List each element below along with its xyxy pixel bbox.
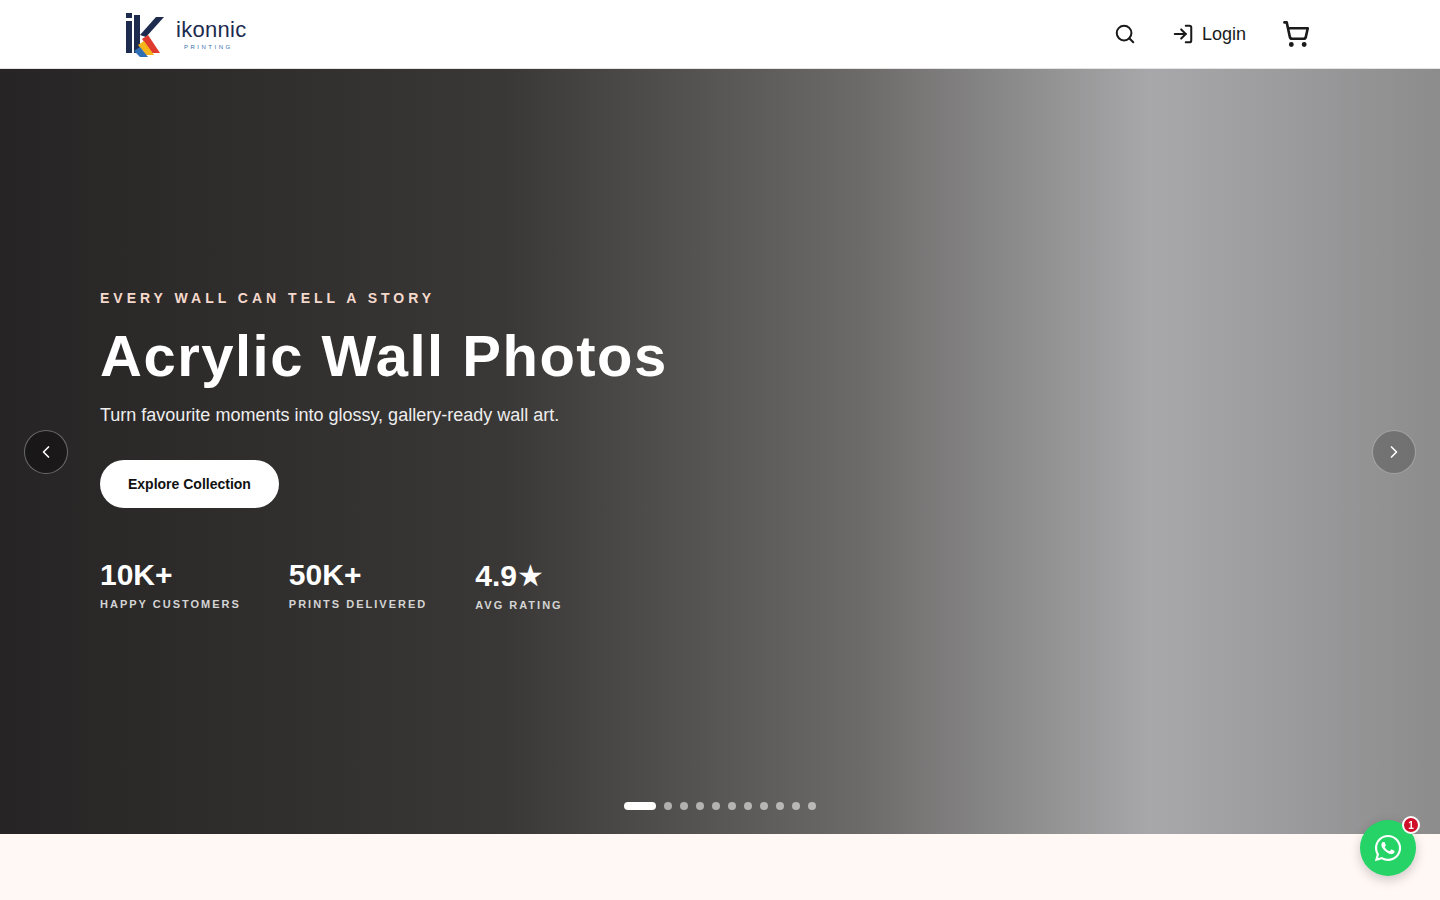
search-button[interactable]: [1114, 23, 1136, 45]
stat: 50K+ PRINTS DELIVERED: [289, 558, 427, 611]
search-icon: [1114, 23, 1136, 45]
hero-content: EVERY WALL CAN TELL A STORY Acrylic Wall …: [100, 290, 668, 612]
stat-label: AVG RATING: [475, 599, 610, 611]
whatsapp-icon: [1373, 833, 1403, 863]
login-icon: [1172, 23, 1194, 45]
whatsapp-button[interactable]: 1: [1360, 820, 1416, 876]
logo-name: ikonnic: [176, 19, 247, 41]
hero-title: Acrylic Wall Photos: [100, 324, 668, 388]
cart-button[interactable]: [1282, 20, 1310, 48]
slide-dot[interactable]: [808, 802, 816, 810]
slide-dot[interactable]: [792, 802, 800, 810]
stat: 10K+ HAPPY CUSTOMERS: [100, 558, 241, 611]
logo-text: ikonnic PRINTING: [176, 19, 247, 50]
stat-value: 4.9★: [475, 558, 610, 593]
logo-mark-icon: [124, 11, 170, 57]
slide-dot[interactable]: [760, 802, 768, 810]
hero-banner: EVERY WALL CAN TELL A STORY Acrylic Wall …: [0, 69, 1440, 834]
header: ikonnic PRINTING Login: [0, 0, 1440, 69]
login-button[interactable]: Login: [1172, 23, 1246, 45]
slide-dot[interactable]: [728, 802, 736, 810]
slide-dot[interactable]: [664, 802, 672, 810]
page: ikonnic PRINTING Login EVERY WALL CAN TELL …: [0, 0, 1440, 900]
explore-button[interactable]: Explore Collection: [100, 460, 279, 508]
next-slide-button[interactable]: [1372, 430, 1416, 474]
nav: Login: [1114, 20, 1310, 48]
slide-dot[interactable]: [696, 802, 704, 810]
login-label: Login: [1202, 24, 1246, 45]
stat-label: HAPPY CUSTOMERS: [100, 598, 241, 610]
stat-label: PRINTS DELIVERED: [289, 598, 427, 610]
stat-value: 10K+: [100, 558, 241, 592]
logo-tagline: PRINTING: [176, 44, 233, 50]
chat-badge: 1: [1402, 816, 1420, 834]
next-section: [0, 834, 1440, 900]
hero-stats: 10K+ HAPPY CUSTOMERS 50K+ PRINTS DELIVERED 4…: [100, 558, 610, 611]
cart-icon: [1282, 20, 1310, 48]
prev-slide-button[interactable]: [24, 430, 68, 474]
stat: 4.9★ AVG RATING: [475, 558, 610, 611]
slide-dot[interactable]: [744, 802, 752, 810]
logo[interactable]: ikonnic PRINTING: [124, 11, 247, 57]
slide-dots: [0, 802, 1440, 810]
chevron-right-icon: [1384, 442, 1404, 462]
slide-dot[interactable]: [680, 802, 688, 810]
hero-eyebrow: EVERY WALL CAN TELL A STORY: [100, 290, 435, 306]
hero-subtitle: Turn favourite moments into glossy, gall…: [100, 405, 559, 426]
slide-dot[interactable]: [776, 802, 784, 810]
slide-dot[interactable]: [712, 802, 720, 810]
slide-dot[interactable]: [624, 802, 656, 810]
stat-value: 50K+: [289, 558, 427, 592]
chevron-left-icon: [36, 442, 56, 462]
